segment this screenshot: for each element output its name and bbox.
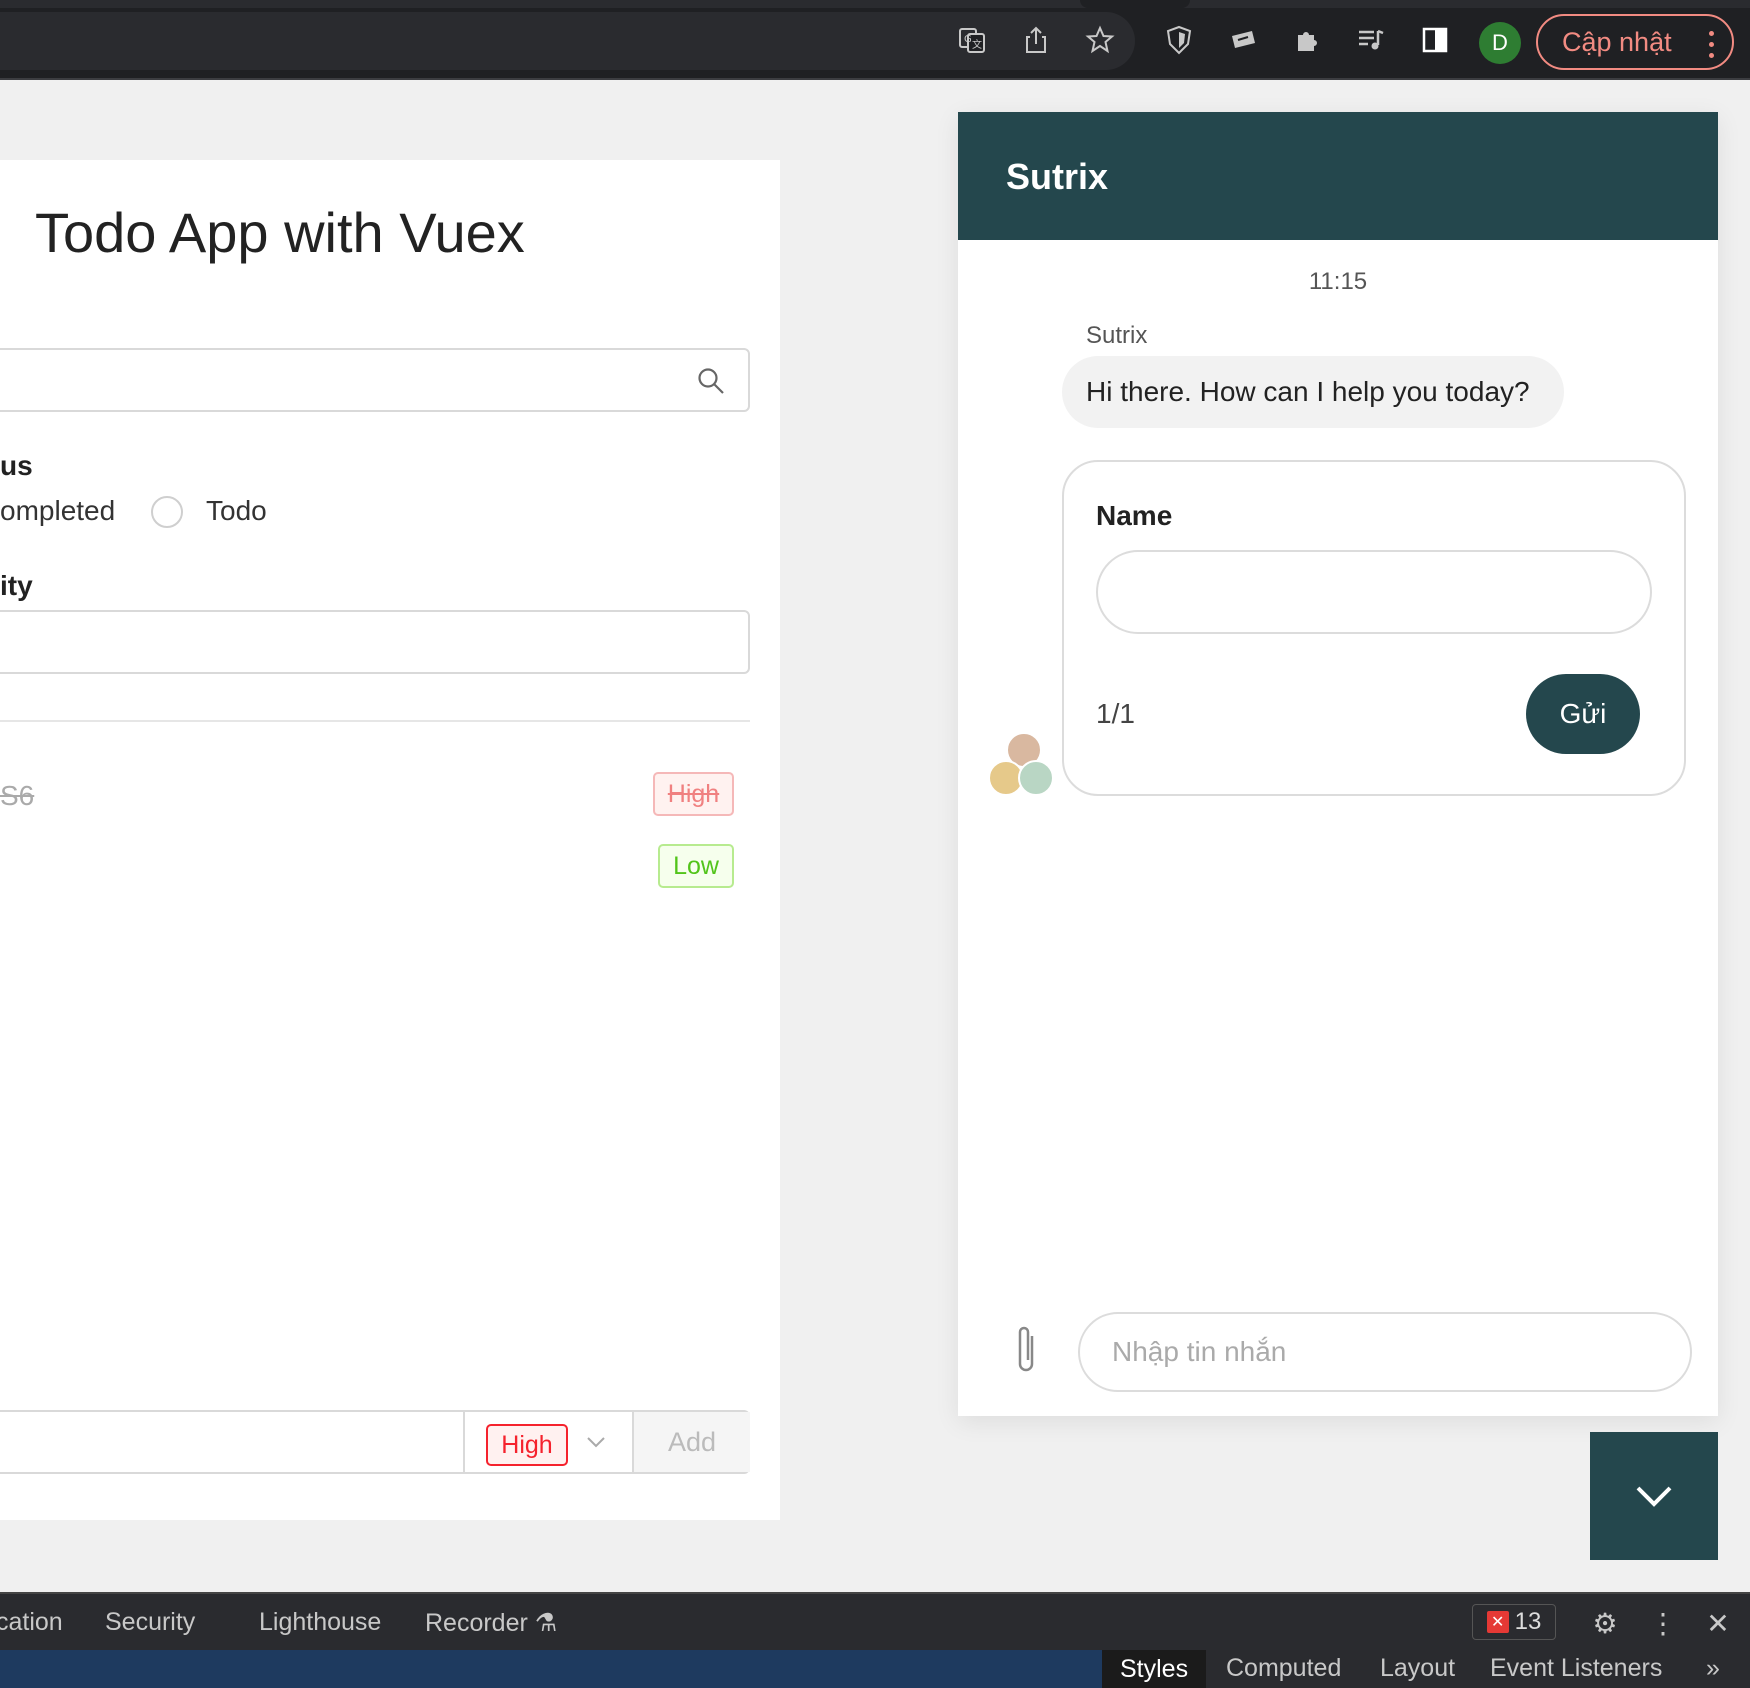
add-row-separator: [463, 1412, 465, 1472]
svg-text:G: G: [964, 34, 972, 45]
chevron-down-icon[interactable]: [582, 1428, 610, 1456]
close-icon[interactable]: ✕: [1701, 1606, 1735, 1640]
tab-styles[interactable]: Styles: [1102, 1650, 1207, 1688]
share-icon[interactable]: [1016, 20, 1056, 60]
more-options-icon: [1709, 28, 1714, 61]
name-label: Name: [1096, 500, 1173, 531]
toolbar-divider: [0, 78, 1750, 80]
sender-name: Sutrix: [1086, 322, 1148, 349]
new-priority-tag[interactable]: High: [486, 1424, 568, 1466]
radio-todo[interactable]: [151, 496, 183, 528]
page-title: Todo App with Vuex: [35, 201, 525, 264]
browser-toolbar: G文 D Cập nhật: [0, 0, 1750, 80]
tab-application[interactable]: cation: [0, 1608, 63, 1637]
message-timestamp: 11:15: [1308, 268, 1368, 295]
status-label: us: [0, 450, 33, 481]
tab-recorder-label: Recorder: [425, 1609, 528, 1637]
todo-item-text[interactable]: S6: [0, 780, 34, 812]
tab-event-listeners[interactable]: Event Listeners: [1490, 1654, 1662, 1683]
chevron-down-icon: [1636, 1486, 1672, 1507]
search-input[interactable]: [0, 348, 750, 412]
devtools-subbar: Styles Computed Layout Event Listeners »: [0, 1650, 1750, 1688]
tab-security[interactable]: Security: [105, 1608, 195, 1637]
message-input[interactable]: [1078, 1312, 1692, 1392]
error-count: 13: [1514, 1608, 1542, 1635]
radio-todo-label[interactable]: Todo: [206, 495, 267, 527]
update-button-label: Cập nhật: [1562, 26, 1672, 57]
message-text: Hi there. How can I help you today?: [1086, 376, 1530, 407]
agent-avatar: [1018, 760, 1054, 796]
priority-tag-low: Low: [658, 844, 734, 888]
chat-collapse-button[interactable]: [1590, 1432, 1718, 1560]
tab-recorder[interactable]: Recorder ⚗: [425, 1608, 557, 1638]
star-icon[interactable]: [1080, 20, 1120, 60]
media-queue-icon[interactable]: [1351, 20, 1391, 60]
tab-layout[interactable]: Layout: [1380, 1654, 1455, 1683]
paperclip-icon[interactable]: [1006, 1322, 1046, 1378]
name-input[interactable]: [1096, 550, 1652, 634]
tab-lighthouse[interactable]: Lighthouse: [259, 1608, 381, 1637]
add-todo-row: High Add: [0, 1410, 750, 1474]
puzzle-icon[interactable]: [1287, 20, 1327, 60]
flask-icon: ⚗: [534, 1609, 558, 1637]
send-button[interactable]: Gửi: [1526, 674, 1640, 754]
tab-computed[interactable]: Computed: [1226, 1654, 1341, 1683]
gear-icon[interactable]: ⚙: [1588, 1606, 1622, 1640]
agent-avatars: [988, 732, 1060, 804]
search-icon[interactable]: [696, 366, 726, 396]
chat-header: Sutrix: [958, 112, 1718, 240]
translate-icon[interactable]: G文: [952, 20, 992, 60]
chat-widget: Sutrix 11:15 Sutrix Hi there. How can I …: [958, 112, 1718, 1416]
error-count-badge[interactable]: ✕ 13: [1472, 1604, 1556, 1640]
update-button[interactable]: Cập nhật: [1536, 14, 1734, 70]
devtools-panel: cation Security Lighthouse Recorder ⚗ ✕ …: [0, 1592, 1750, 1688]
extension-card-icon[interactable]: [1223, 20, 1263, 60]
profile-avatar[interactable]: D: [1479, 22, 1521, 64]
svg-text:文: 文: [972, 38, 982, 51]
chevron-double-right-icon[interactable]: »: [1706, 1654, 1720, 1683]
chat-title: Sutrix: [1006, 156, 1109, 197]
priority-label: ity: [0, 570, 33, 601]
priority-tag-high: High: [653, 772, 734, 816]
divider: [0, 720, 750, 722]
name-form-card: Name 1/1 Gửi: [1062, 460, 1686, 796]
side-panel-icon[interactable]: [1415, 20, 1455, 60]
priority-filter-select[interactable]: [0, 610, 750, 674]
more-vertical-icon[interactable]: ⋮: [1646, 1606, 1680, 1640]
styles-pane-tabs: Styles Computed Layout Event Listeners »: [1102, 1650, 1750, 1688]
page-count: 1/1: [1096, 698, 1135, 729]
message-bubble: Hi there. How can I help you today?: [1062, 356, 1564, 428]
shield-icon[interactable]: [1159, 20, 1199, 60]
error-icon: ✕: [1486, 1611, 1509, 1633]
tab-strip: [0, 0, 1750, 8]
radio-completed-label[interactable]: ompleted: [0, 495, 115, 527]
add-button[interactable]: Add: [632, 1412, 750, 1472]
